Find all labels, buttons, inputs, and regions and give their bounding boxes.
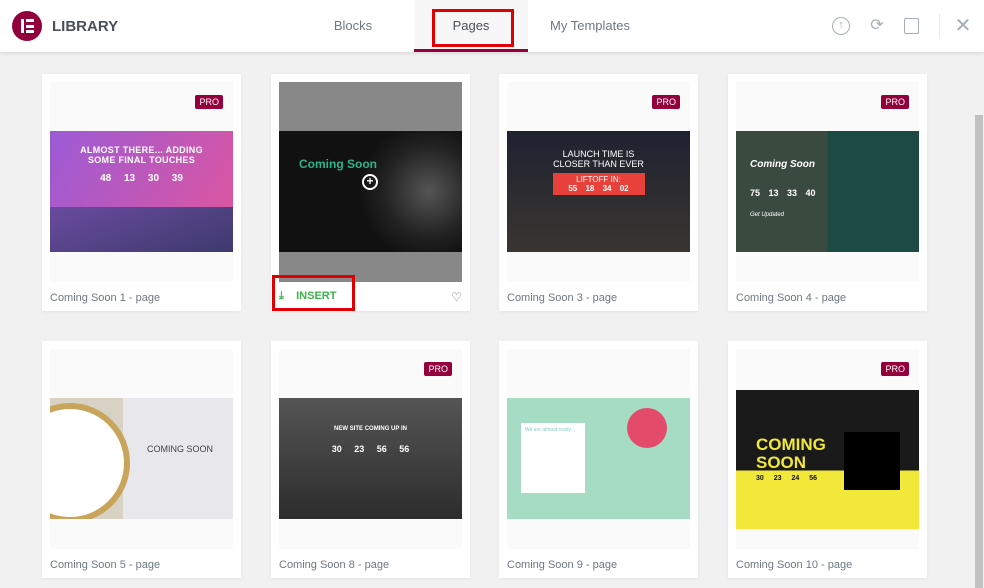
template-card[interactable]: PRO ALMOST THERE... ADDING SOME FINAL TO… [42,74,241,311]
template-thumbnail[interactable]: We are almost ready... [507,349,690,549]
elementor-logo [12,11,42,41]
preview-image: Coming Soon 75 13 33 40 Get Updated [736,131,919,252]
template-card[interactable]: PRO COMING SOON 30 23 24 56 Coming Soon … [728,341,927,578]
pro-badge: PRO [652,95,680,109]
zoom-in-icon[interactable]: + [362,174,378,190]
preview-headline: COMING SOON [756,435,826,472]
preview-headline: Coming Soon [750,159,815,170]
tab-my-templates[interactable]: My Templates [538,0,642,52]
template-card[interactable]: PRO LAUNCH TIME IS CLOSER THAN EVER LIFT… [499,74,698,311]
pro-badge: PRO [881,362,909,376]
pro-badge: PRO [424,362,452,376]
tab-blocks[interactable]: Blocks [306,0,400,52]
template-card[interactable]: PRO Coming Soon 75 13 33 40 Get Updated … [728,74,927,311]
preview-image: COMING SOON [50,398,233,519]
template-name: Coming Soon 8 - page [279,559,390,571]
highlight-box [432,9,514,47]
template-thumbnail[interactable]: PRO ALMOST THERE... ADDING SOME FINAL TO… [50,82,233,282]
preview-image: Coming Soon [279,131,462,252]
preview-numbers: 48 13 30 39 [100,173,183,184]
preview-image: We are almost ready... [507,398,690,519]
pro-badge: PRO [195,95,223,109]
template-thumbnail[interactable]: PRO LAUNCH TIME IS CLOSER THAN EVER LIFT… [507,82,690,282]
pro-badge: PRO [881,95,909,109]
template-name: Coming Soon 4 - page [736,292,847,304]
template-name: Coming Soon 10 - page [736,559,853,571]
library-title: LIBRARY [52,18,119,35]
divider [939,14,940,38]
preview-image: COMING SOON 30 23 24 56 [736,390,919,529]
template-name: Coming Soon 5 - page [50,559,161,571]
template-card[interactable]: PRO NEW SITE COMING UP IN 30 23 56 56 Co… [271,341,470,578]
template-thumbnail[interactable]: PRO NEW SITE COMING UP IN 30 23 56 56 [279,349,462,549]
preview-subtitle: Get Updated [750,212,785,218]
preview-headline: COMING SOON [147,444,214,454]
template-thumbnail[interactable]: Coming Soon + [279,82,462,282]
favorite-heart-icon[interactable]: ♡ [451,290,462,304]
preview-headline: ALMOST THERE... ADDING SOME FINAL TOUCHE… [80,145,203,165]
preview-headline: Coming Soon [299,157,377,171]
sync-icon[interactable]: ⟳ [868,17,886,35]
preview-headline: LAUNCH TIME IS CLOSER THAN EVER [553,149,644,169]
preview-numbers: 30 23 56 56 [331,444,410,454]
template-name: Coming Soon 1 - page [50,292,161,304]
template-card[interactable]: We are almost ready... Coming Soon 9 - p… [499,341,698,578]
template-thumbnail[interactable]: COMING SOON [50,349,233,549]
preview-image: NEW SITE COMING UP IN 30 23 56 56 [279,398,462,519]
template-name: Coming Soon 9 - page [507,559,618,571]
template-card[interactable]: COMING SOON Coming Soon 5 - page [42,341,241,578]
preview-image: ALMOST THERE... ADDING SOME FINAL TOUCHE… [50,131,233,252]
highlight-box [272,275,355,311]
preview-headline: We are almost ready... [521,423,585,493]
preview-numbers: 75 13 33 40 [750,188,816,198]
close-icon[interactable]: ✕ [954,16,972,36]
upload-icon[interactable]: ↑ [832,17,850,35]
template-thumbnail[interactable]: PRO COMING SOON 30 23 24 56 [736,349,919,549]
template-name: Coming Soon 3 - page [507,292,618,304]
preview-countdown: LIFTOFF IN: 55 18 34 02 [552,173,645,195]
preview-image: LAUNCH TIME IS CLOSER THAN EVER LIFTOFF … [507,131,690,252]
save-icon[interactable] [904,18,919,34]
preview-headline: NEW SITE COMING UP IN [334,426,407,432]
template-thumbnail[interactable]: PRO Coming Soon 75 13 33 40 Get Updated [736,82,919,282]
scrollbar-thumb[interactable] [975,115,983,588]
